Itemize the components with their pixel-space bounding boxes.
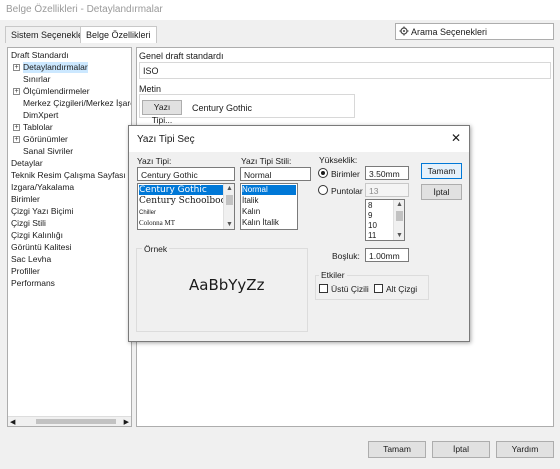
scroll-down-icon[interactable]: ▼: [396, 232, 403, 239]
font-dialog: Yazı Tipi Seç ✕ Yazı Tipi: Century Gothi…: [128, 125, 470, 342]
font-input[interactable]: Century Gothic: [137, 167, 235, 181]
height-label: Yükseklik:: [319, 155, 358, 165]
options-tree: Draft Standardı + Detaylandırmalar Sınır…: [7, 47, 132, 427]
tree-item-details[interactable]: Detaylar: [11, 158, 43, 169]
tree-item-performance[interactable]: Performans: [11, 278, 55, 289]
scroll-up-icon[interactable]: ▲: [226, 185, 233, 192]
dialog-cancel-button[interactable]: İptal: [421, 184, 462, 200]
font-button[interactable]: Yazı Tipi...: [142, 100, 182, 125]
window-title: Belge Özellikleri - Detaylandırmalar: [6, 4, 163, 15]
spacing-label: Boşluk:: [332, 251, 360, 261]
search-input[interactable]: Arama Seçenekleri: [411, 27, 487, 37]
points-option[interactable]: 10: [368, 221, 377, 231]
font-option[interactable]: Chiller: [139, 208, 156, 218]
style-option[interactable]: Kalın: [242, 207, 260, 217]
tree-horizontal-scrollbar[interactable]: ◀ ▶: [8, 416, 131, 426]
strikethrough-label: Üstü Çizili: [331, 284, 369, 294]
scroll-thumb[interactable]: [36, 419, 116, 424]
scroll-thumb[interactable]: [226, 195, 233, 205]
tree-item-line-style[interactable]: Çizgi Stili: [11, 218, 46, 229]
scroll-up-icon[interactable]: ▲: [396, 201, 403, 208]
points-option[interactable]: 8: [368, 201, 372, 211]
units-input[interactable]: 3.50mm: [365, 166, 409, 180]
style-input[interactable]: Normal: [240, 167, 311, 181]
points-list-scrollbar[interactable]: ▲ ▼: [393, 200, 404, 240]
tab-label: Sistem Seçenekleri: [11, 30, 89, 40]
scroll-thumb[interactable]: [396, 211, 403, 221]
help-button[interactable]: Yardım: [496, 441, 554, 458]
style-list[interactable]: Normal İtalik Kalın Kalın İtalik: [240, 183, 298, 230]
font-value: Century Gothic: [192, 103, 253, 113]
points-label: Puntolar: [331, 186, 363, 196]
preview-text: AaBbYyZz: [189, 276, 265, 294]
preview-label: Örnek: [142, 244, 170, 254]
tree-item-centerlines[interactable]: Merkez Çizgileri/Merkez İşare: [23, 98, 131, 109]
tree-item-draft-standard[interactable]: Draft Standardı: [11, 50, 69, 61]
points-list[interactable]: 8 9 10 11 ▲ ▼: [365, 199, 405, 241]
close-icon[interactable]: ✕: [451, 131, 461, 145]
dialog-title: Yazı Tipi Seç: [137, 134, 195, 145]
general-standard-field[interactable]: ISO: [139, 62, 551, 79]
window-titlebar: Belge Özellikleri - Detaylandırmalar: [0, 0, 560, 20]
expand-icon[interactable]: +: [13, 88, 20, 95]
tree-item-sheet-metal[interactable]: Sac Levha: [11, 254, 51, 265]
expand-icon[interactable]: +: [13, 124, 20, 131]
font-list-scrollbar[interactable]: ▲ ▼: [223, 184, 234, 229]
tree-item-views[interactable]: Görünümler: [23, 134, 68, 145]
expand-icon[interactable]: +: [13, 136, 20, 143]
points-input[interactable]: 13: [365, 183, 409, 197]
cancel-button[interactable]: İptal: [432, 441, 490, 458]
font-label: Yazı Tipi:: [137, 156, 172, 166]
general-standard-label: Genel draft standardı: [139, 51, 224, 61]
tab-label: Belge Özellikleri: [86, 30, 151, 40]
tree-item-units[interactable]: Birimler: [11, 194, 40, 205]
dialog-ok-button[interactable]: Tamam: [421, 163, 462, 179]
points-option[interactable]: 11: [368, 231, 376, 240]
search-box[interactable]: Arama Seçenekleri: [395, 23, 554, 40]
text-section-label: Metin: [139, 84, 162, 94]
scroll-down-icon[interactable]: ▼: [226, 221, 233, 228]
scroll-right-icon[interactable]: ▶: [124, 418, 129, 426]
tree-item-line-font[interactable]: Çizgi Yazı Biçimi: [11, 206, 74, 217]
scroll-left-icon[interactable]: ◀: [10, 418, 15, 426]
spacing-input[interactable]: 1.00mm: [365, 248, 409, 262]
units-label: Birimler: [331, 169, 360, 179]
tree-item-annotations[interactable]: Detaylandırmalar: [23, 62, 88, 73]
font-option[interactable]: Century Gothic: [139, 185, 223, 195]
tree-item-dimxpert[interactable]: DimXpert: [23, 110, 58, 121]
tree-item-profiles[interactable]: Profiller: [11, 266, 40, 277]
points-radio[interactable]: [318, 185, 328, 195]
expand-icon[interactable]: +: [13, 64, 20, 71]
effects-label: Etkiler: [319, 270, 347, 280]
tree-item-grid-snap[interactable]: Izgara/Yakalama: [11, 182, 74, 193]
tree-item-borders[interactable]: Sınırlar: [23, 74, 50, 85]
font-option[interactable]: Century Schoolbook: [139, 196, 231, 206]
tree-item-drawing-sheets[interactable]: Teknik Resim Çalışma Sayfası: [11, 170, 126, 181]
tab-document-properties[interactable]: Belge Özellikleri: [80, 26, 157, 43]
tree-item-image-quality[interactable]: Görüntü Kalitesi: [11, 242, 71, 253]
points-option[interactable]: 9: [368, 211, 372, 221]
style-option[interactable]: Normal: [242, 185, 296, 195]
dialog-titlebar: Yazı Tipi Seç ✕: [129, 126, 469, 152]
underline-label: Alt Çizgi: [386, 284, 418, 294]
gear-icon: [399, 26, 409, 38]
underline-checkbox[interactable]: [374, 284, 383, 293]
general-standard-value: ISO: [143, 66, 159, 76]
tree-item-virtual-sharps[interactable]: Sanal Sivriler: [23, 146, 73, 157]
strikethrough-checkbox[interactable]: [319, 284, 328, 293]
style-option[interactable]: Kalın İtalik: [242, 218, 279, 228]
tree-item-tables[interactable]: Tablolar: [23, 122, 53, 133]
style-option[interactable]: İtalik: [242, 196, 258, 206]
tree-item-dimensions[interactable]: Ölçümlendirmeler: [23, 86, 90, 97]
units-radio[interactable]: [318, 168, 328, 178]
font-option[interactable]: Colonna MT: [139, 218, 175, 228]
style-label: Yazı Tipi Stili:: [241, 156, 292, 166]
ok-button[interactable]: Tamam: [368, 441, 426, 458]
font-list[interactable]: Century Gothic Century Schoolbook Chille…: [137, 183, 235, 230]
tree-item-line-thickness[interactable]: Çizgi Kalınlığı: [11, 230, 63, 241]
